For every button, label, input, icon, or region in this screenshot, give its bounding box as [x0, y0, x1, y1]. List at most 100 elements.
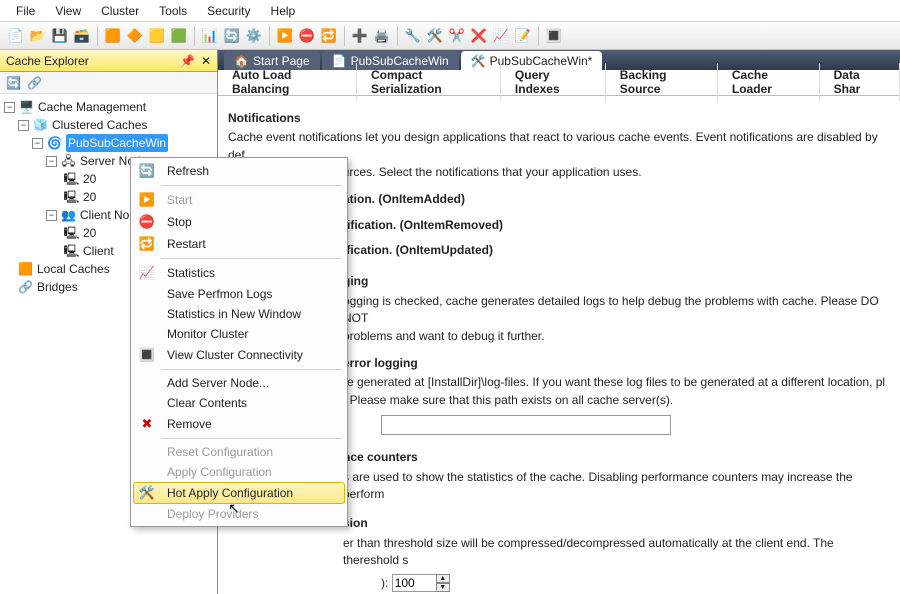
remove-icon: ✖	[137, 416, 157, 432]
ctx-statistics[interactable]: 📈 Statistics	[133, 262, 345, 284]
start-icon[interactable]: ▶️	[275, 26, 295, 46]
local-icon: 🟧	[18, 262, 33, 277]
panel-title-label: Cache Explorer	[6, 54, 89, 68]
separator	[161, 438, 342, 439]
perf-desc: s are used to show the statistics of the…	[343, 469, 890, 504]
tree-node[interactable]: 20	[83, 224, 96, 242]
spin-down-icon[interactable]: ▼	[436, 583, 450, 592]
play-icon: ▶️	[137, 192, 157, 208]
toolbar-icon[interactable]: 📄	[6, 26, 26, 46]
ctx-label: Remove	[167, 417, 212, 431]
notif-item: ation. (OnItemAdded)	[343, 192, 465, 206]
toolbar-icon[interactable]: 📂	[28, 26, 48, 46]
toolbar-icon[interactable]: 🖨️	[372, 26, 392, 46]
ctx-label: Statistics	[167, 266, 215, 280]
spin-up-icon[interactable]: ▲	[436, 574, 450, 583]
toolbar-icon[interactable]: 🔳	[544, 26, 564, 46]
menu-file[interactable]: File	[8, 2, 43, 20]
collapse-icon[interactable]: −	[32, 138, 43, 149]
perf-heading: nce counters	[343, 450, 418, 464]
ctx-label: Refresh	[167, 164, 209, 178]
ctx-view-connectivity[interactable]: 🔳 View Cluster Connectivity	[133, 344, 345, 366]
ctx-refresh[interactable]: 🔄 Refresh	[133, 160, 345, 182]
bridges-icon: 🔗	[18, 280, 33, 295]
ctx-label: Add Server Node...	[167, 376, 269, 390]
main-toolbar: 📄 📂 💾 🗃️ 🟧 🔶 🟨 🟩 📊 🔄 ⚙️ ▶️ ⛔ 🔁 ➕ 🖨️ 🔧 🛠️…	[0, 22, 900, 50]
toolbar-icon[interactable]: 🛠️	[425, 26, 445, 46]
toolbar-icon[interactable]: 🟩	[169, 26, 189, 46]
separator	[538, 26, 539, 46]
toolbar-icon[interactable]: ⚙️	[244, 26, 264, 46]
panel-mini-toolbar: 🔄 🔗	[0, 72, 217, 94]
close-icon[interactable]: ✕	[201, 54, 211, 68]
toolbar-icon[interactable]: ❌	[469, 26, 489, 46]
tree-node[interactable]: Client	[83, 242, 114, 260]
menu-view[interactable]: View	[47, 2, 89, 20]
collapse-icon[interactable]: −	[18, 120, 29, 131]
refresh-icon: 🔄	[137, 163, 157, 179]
ctx-label: Hot Apply Configuration	[167, 486, 293, 500]
ctx-label: View Cluster Connectivity	[167, 348, 303, 362]
separator	[194, 26, 195, 46]
tree-local[interactable]: Local Caches	[37, 260, 110, 278]
client-icon: 🖳	[64, 244, 79, 259]
toolbar-icon[interactable]: 🟨	[147, 26, 167, 46]
separator	[97, 26, 98, 46]
ctx-clear-contents[interactable]: Clear Contents	[133, 393, 345, 413]
toolbar-icon[interactable]: ✂️	[447, 26, 467, 46]
settings-subtabs: Auto Load Balancing Compact Serializatio…	[218, 70, 900, 96]
toolbar-icon[interactable]: 🔶	[125, 26, 145, 46]
tree-node[interactable]: 20	[83, 170, 96, 188]
toolbar-icon[interactable]: 🔄	[6, 76, 21, 90]
restart-icon[interactable]: 🔁	[319, 26, 339, 46]
tree-selected-cache[interactable]: PubSubCacheWin	[66, 134, 168, 152]
tree-clustered[interactable]: Clustered Caches	[52, 116, 147, 134]
cluster-icon: 🧊	[33, 118, 48, 133]
ctx-label: Reset Configuration	[167, 445, 273, 459]
notif-item: ification. (OnItemUpdated)	[343, 243, 493, 257]
menu-help[interactable]: Help	[263, 2, 304, 20]
separator	[161, 258, 342, 259]
node-icon: 🖳	[64, 190, 79, 205]
toolbar-icon[interactable]: ➕	[350, 26, 370, 46]
menu-cluster[interactable]: Cluster	[93, 2, 147, 20]
stats-icon: 📈	[137, 265, 157, 281]
tree-node[interactable]: 20	[83, 188, 96, 206]
toolbar-icon[interactable]: 🔗	[27, 76, 42, 90]
save-all-icon[interactable]: 🗃️	[72, 26, 92, 46]
notifications-heading: Notifications	[228, 110, 890, 127]
ctx-hot-apply-config[interactable]: 🛠️ Hot Apply Configuration	[133, 482, 345, 504]
separator	[397, 26, 398, 46]
ctx-label: Clear Contents	[167, 396, 247, 410]
stop-icon[interactable]: ⛔	[297, 26, 317, 46]
toolbar-icon[interactable]: 🔧	[403, 26, 423, 46]
ctx-save-perfmon[interactable]: Save Perfmon Logs	[133, 284, 345, 304]
toolbar-icon[interactable]: 🔄	[222, 26, 242, 46]
ctx-restart[interactable]: 🔁 Restart	[133, 233, 345, 255]
menu-tools[interactable]: Tools	[151, 2, 195, 20]
restart-icon: 🔁	[137, 236, 157, 252]
ctx-stop[interactable]: ⛔ Stop	[133, 211, 345, 233]
compression-threshold-input[interactable]	[392, 574, 437, 592]
ctx-monitor-cluster[interactable]: Monitor Cluster	[133, 324, 345, 344]
collapse-icon[interactable]: −	[46, 210, 57, 221]
toolbar-icon[interactable]: 📝	[513, 26, 533, 46]
toolbar-icon[interactable]: 📈	[491, 26, 511, 46]
ctx-remove[interactable]: ✖ Remove	[133, 413, 345, 435]
toolbar-icon[interactable]: 🟧	[103, 26, 123, 46]
connectivity-icon: 🔳	[137, 347, 157, 363]
save-icon[interactable]: 💾	[50, 26, 70, 46]
ctx-add-server[interactable]: Add Server Node...	[133, 373, 345, 393]
tree-bridges[interactable]: Bridges	[37, 278, 78, 296]
ctx-stats-new-window[interactable]: Statistics in New Window	[133, 304, 345, 324]
menu-security[interactable]: Security	[199, 2, 258, 20]
pin-icon[interactable]: 📌	[180, 54, 195, 68]
log-path-input[interactable]	[381, 415, 671, 435]
ctx-label: Restart	[167, 237, 206, 251]
toolbar-icon[interactable]: 📊	[200, 26, 220, 46]
logging-desc: ogging is checked, cache generates detai…	[343, 293, 890, 345]
collapse-icon[interactable]: −	[4, 102, 15, 113]
ctx-start: ▶️ Start	[133, 189, 345, 211]
collapse-icon[interactable]: −	[46, 156, 57, 167]
tree-root[interactable]: Cache Management	[38, 98, 146, 116]
